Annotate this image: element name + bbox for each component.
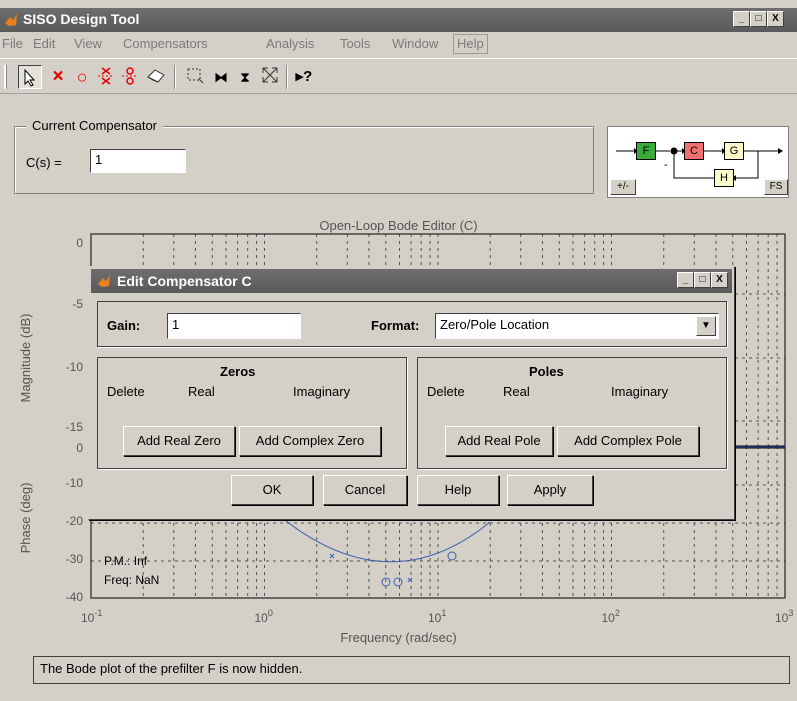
add-complex-zero-icon[interactable] <box>94 65 118 89</box>
cs-label: C(s) = <box>26 155 62 170</box>
format-select[interactable]: Zero/Pole Location ▼ <box>435 313 719 339</box>
arrow-select-icon[interactable] <box>18 65 42 89</box>
matlab-logo-icon <box>5 14 17 26</box>
x-tick-label: 100 <box>255 608 273 625</box>
poles-col-delete: Delete <box>427 384 465 399</box>
zoom-y-icon[interactable]: ⧗ <box>233 65 257 89</box>
x-axis-label: Frequency (rad/sec) <box>340 630 457 645</box>
help-button[interactable]: Help <box>417 475 499 505</box>
sensor-block-h[interactable]: H <box>714 169 734 187</box>
add-real-zero-button[interactable]: Add Real Zero <box>123 426 235 456</box>
toolbar-separator <box>286 65 288 89</box>
mag-tick: -10 <box>66 360 84 374</box>
dialog-window-controls: _ □ X <box>677 272 728 288</box>
loop-configuration-diagram[interactable]: F C G H - +/- FS <box>607 126 789 198</box>
dialog-minimize-button[interactable]: _ <box>677 272 694 288</box>
poles-title: Poles <box>529 364 564 379</box>
add-pole-icon[interactable]: ○ <box>70 65 94 89</box>
minimize-button[interactable]: _ <box>733 11 750 27</box>
x-tick-label: 103 <box>775 608 793 625</box>
eraser-icon[interactable] <box>144 65 168 89</box>
fit-all-icon[interactable] <box>258 65 282 89</box>
x-tick-label: 101 <box>428 608 446 625</box>
dialog-close-button[interactable]: X <box>711 272 728 288</box>
pm-label: P.M.: Inf <box>104 554 148 568</box>
edit-compensator-dialog: Edit Compensator C _ □ X Gain: 1 Format:… <box>88 266 735 520</box>
menu-help[interactable]: Help <box>453 34 488 54</box>
poles-col-imaginary: Imaginary <box>611 384 669 399</box>
compensator-block-c[interactable]: C <box>684 142 704 160</box>
whats-this-help-icon[interactable]: ▸? <box>292 65 316 89</box>
prefilter-block-f[interactable]: F <box>636 142 656 160</box>
gain-field[interactable]: 1 <box>167 313 301 339</box>
cancel-button[interactable]: Cancel <box>323 475 407 505</box>
x-tick-labels: 10-1 100 101 102 103 <box>81 608 793 625</box>
zeros-col-imaginary: Imaginary <box>293 384 351 399</box>
zoom-box-icon[interactable] <box>183 65 207 89</box>
zeros-col-real: Real <box>188 384 215 399</box>
marker-x <box>329 553 335 559</box>
dialog-maximize-button[interactable]: □ <box>694 272 711 288</box>
mag-tick: -15 <box>66 420 84 434</box>
phase-tick: 0 <box>76 441 83 455</box>
zeros-title: Zeros <box>220 364 256 379</box>
menu-bar: File Edit View Compensators Analysis Too… <box>0 32 797 56</box>
menu-file[interactable]: File <box>2 36 23 51</box>
phase-markers <box>329 551 457 587</box>
plant-block-g[interactable]: G <box>724 142 744 160</box>
add-complex-pole-icon[interactable] <box>118 65 142 89</box>
window-title: SISO Design Tool <box>23 11 140 27</box>
phase-tick: -40 <box>66 590 84 604</box>
dialog-titlebar[interactable]: Edit Compensator C _ □ X <box>91 269 732 293</box>
magnitude-ylabel: Magnitude (dB) <box>18 314 33 403</box>
mag-tick: 0 <box>76 236 83 250</box>
status-bar: The Bode plot of the prefilter F is now … <box>33 656 790 684</box>
mag-tick: -5 <box>72 297 83 311</box>
marker-o <box>447 551 457 561</box>
format-label: Format: <box>371 318 420 333</box>
format-select-value: Zero/Pole Location <box>440 317 550 332</box>
add-real-pole-button[interactable]: Add Real Pole <box>445 426 553 456</box>
freq-label: Freq: NaN <box>104 573 159 587</box>
marker-o <box>393 577 403 587</box>
delete-x-icon[interactable]: × <box>46 65 70 89</box>
current-compensator-legend: Current Compensator <box>26 118 163 133</box>
matlab-logo-icon <box>98 275 110 287</box>
fs-button[interactable]: FS <box>764 179 788 195</box>
x-tick-label: 10-1 <box>81 608 102 625</box>
cs-field[interactable]: 1 <box>90 149 186 173</box>
phase-tick: -30 <box>66 552 84 566</box>
menu-analysis[interactable]: Analysis <box>266 36 314 51</box>
maximize-button[interactable]: □ <box>750 11 767 27</box>
apply-button[interactable]: Apply <box>507 475 593 505</box>
menu-tools[interactable]: Tools <box>340 36 370 51</box>
zoom-x-icon[interactable]: ⧓ <box>209 65 233 89</box>
toolbar: × ○ ⧓ ⧗ ▸? <box>0 58 797 94</box>
dialog-title: Edit Compensator C <box>117 273 252 289</box>
sign-toggle-button[interactable]: +/- <box>610 179 636 195</box>
zeros-col-delete: Delete <box>107 384 145 399</box>
chevron-down-icon[interactable]: ▼ <box>696 316 716 336</box>
feedback-sign: - <box>664 159 668 171</box>
menu-view[interactable]: View <box>74 36 102 51</box>
x-tick-label: 102 <box>602 608 620 625</box>
phase-tick: -10 <box>66 476 84 490</box>
menu-edit[interactable]: Edit <box>33 36 55 51</box>
poles-col-real: Real <box>503 384 530 399</box>
window-titlebar[interactable]: SISO Design Tool _ □ X <box>0 8 797 32</box>
close-button[interactable]: X <box>767 11 784 27</box>
toolbar-grip <box>4 65 7 89</box>
add-complex-pole-button[interactable]: Add Complex Pole <box>557 426 699 456</box>
menu-window[interactable]: Window <box>392 36 438 51</box>
gain-label: Gain: <box>107 318 141 333</box>
ok-button[interactable]: OK <box>231 475 313 505</box>
add-complex-zero-button[interactable]: Add Complex Zero <box>239 426 381 456</box>
window-controls: _ □ X <box>733 11 784 27</box>
phase-tick: -20 <box>66 514 84 528</box>
toolbar-separator <box>174 65 176 89</box>
phase-ylabel: Phase (deg) <box>18 483 33 554</box>
menu-compensators[interactable]: Compensators <box>123 36 208 51</box>
